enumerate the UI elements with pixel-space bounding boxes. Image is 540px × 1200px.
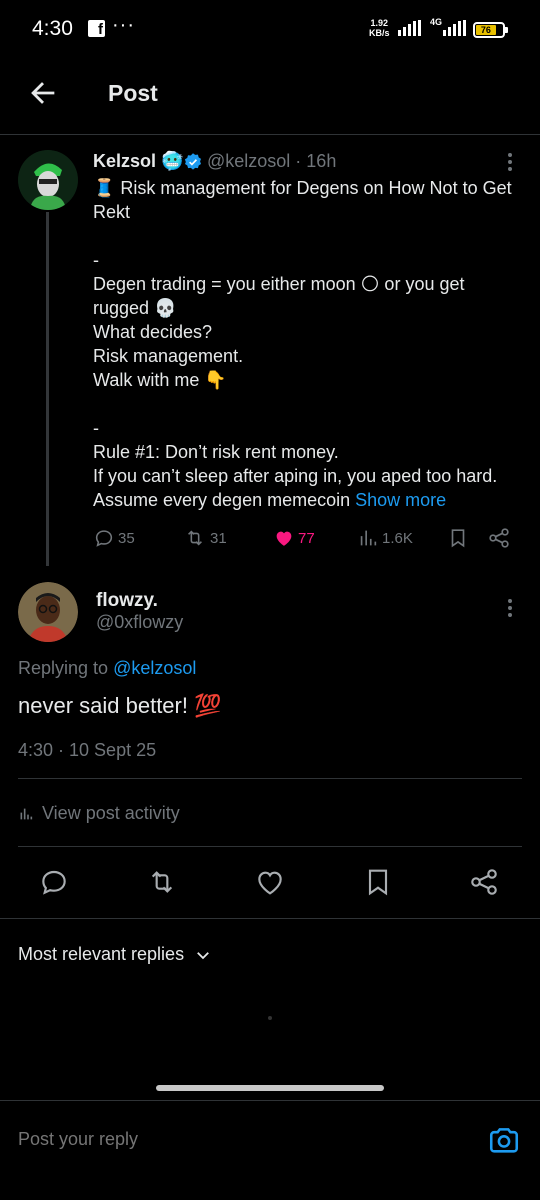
share-button[interactable] xyxy=(487,526,514,550)
thread-connector xyxy=(46,212,49,566)
repost-icon xyxy=(151,871,173,893)
bookmark-button[interactable] xyxy=(447,526,472,550)
avatar-image xyxy=(18,150,78,210)
views-chart-icon xyxy=(360,530,377,546)
battery-level: 76 xyxy=(476,25,496,35)
reply-button[interactable]: 35 xyxy=(93,526,135,550)
repost-icon xyxy=(188,530,202,546)
kelzsol-avatar[interactable] xyxy=(18,150,78,210)
reply-text: never said better! 💯 xyxy=(18,693,222,718)
camera-icon xyxy=(489,1128,519,1153)
view-count: 1.6K xyxy=(382,529,413,547)
signal-strength-icon xyxy=(398,20,421,36)
bookmark-button[interactable] xyxy=(362,866,394,898)
like-count: 77 xyxy=(298,529,315,547)
repost-button[interactable]: 31 xyxy=(183,526,227,550)
view-post-activity-button[interactable]: View post activity xyxy=(18,803,180,824)
bookmark-icon xyxy=(368,869,388,896)
repost-button[interactable] xyxy=(146,866,178,898)
reply-actions xyxy=(0,862,540,902)
more-vertical-icon xyxy=(508,153,512,171)
post-line xyxy=(93,224,523,248)
reply-author-handle: @0xflowzy xyxy=(96,612,184,632)
divider xyxy=(18,846,522,847)
loading-indicator xyxy=(268,1016,272,1020)
back-button[interactable] xyxy=(26,76,60,110)
post-line: Rule #1: Don’t risk rent money. xyxy=(93,442,339,462)
reply-icon xyxy=(95,530,113,547)
reply-more-button[interactable] xyxy=(500,596,520,620)
replies-sort-dropdown[interactable]: Most relevant replies xyxy=(18,944,212,965)
verified-badge-icon xyxy=(184,153,201,170)
reply-icon xyxy=(42,870,66,895)
like-button[interactable] xyxy=(254,866,286,898)
heart-icon xyxy=(258,871,282,895)
battery-icon: 76 xyxy=(473,22,508,38)
camera-button[interactable] xyxy=(487,1123,521,1157)
reply-author-name[interactable]: flowzy. xyxy=(96,590,158,612)
post-line xyxy=(93,392,523,416)
views-chart-icon xyxy=(20,808,33,819)
divider xyxy=(0,918,540,919)
post-line: Risk management. xyxy=(93,346,244,366)
share-button[interactable] xyxy=(468,866,500,898)
like-button[interactable]: 77 xyxy=(273,526,315,550)
share-icon xyxy=(489,528,509,548)
show-more-link[interactable]: Show more xyxy=(355,490,446,510)
parent-handle-time: @kelzosol · 16h xyxy=(207,151,337,171)
network-speed: 1.92 KB/s xyxy=(369,18,390,38)
reply-button[interactable] xyxy=(38,866,70,898)
reply-timestamp[interactable]: 4:30 · 10 Sept 25 xyxy=(18,740,156,761)
post-line: Walk with me 👇 xyxy=(93,370,227,390)
network-type: 4G xyxy=(430,17,443,27)
page-title: Post xyxy=(108,80,158,106)
post-line: If you can’t sleep after aping in, you a… xyxy=(93,466,498,486)
reply-input[interactable] xyxy=(18,1129,418,1150)
views-button[interactable]: 1.6K xyxy=(357,526,413,550)
replying-to-handle-link[interactable]: @kelzosol xyxy=(113,658,196,678)
reply-composer xyxy=(0,1100,540,1200)
top-app-bar: Post xyxy=(0,60,540,135)
arrow-left-icon xyxy=(31,82,55,104)
parent-author-name[interactable]: Kelzsol 🥶 xyxy=(93,151,183,172)
post-line: What decides? xyxy=(93,322,213,342)
parent-post-text[interactable]: 🧵 Risk management for Degens on How Not … xyxy=(93,176,523,512)
replying-to: Replying to @kelzosol xyxy=(18,658,197,678)
parent-actions: 35 31 77 1.6K xyxy=(93,526,523,550)
repost-count: 31 xyxy=(210,529,227,547)
reply-count: 35 xyxy=(118,529,135,547)
status-bar: 4:30 f ··· 1.92 KB/s 4G 76 xyxy=(0,0,540,60)
post-line: Degen trading = you either moon 🌕 or you… xyxy=(93,274,465,318)
frog-emoji-icon: 🥶 xyxy=(161,151,184,171)
heart-filled-icon xyxy=(276,531,292,546)
more-notifications-icon: ··· xyxy=(112,14,135,36)
parent-more-button[interactable] xyxy=(500,150,520,174)
chevron-down-icon xyxy=(197,951,209,959)
divider xyxy=(18,778,522,779)
post-line: 🧵 Risk management for Degens on How Not … xyxy=(93,178,512,222)
post-line: - xyxy=(93,250,99,270)
bookmark-icon xyxy=(451,529,465,548)
post-line-last: Assume every degen memecoin Show more xyxy=(93,490,447,510)
flowzy-avatar[interactable] xyxy=(18,582,78,642)
post-line: - xyxy=(93,418,99,438)
avatar-image xyxy=(18,582,78,642)
more-vertical-icon xyxy=(508,599,512,617)
share-icon xyxy=(471,869,497,895)
signal-strength-icon-2 xyxy=(443,20,466,36)
facebook-notification-icon: f xyxy=(88,20,105,37)
status-time: 4:30 xyxy=(32,17,73,40)
home-indicator[interactable] xyxy=(156,1085,384,1091)
